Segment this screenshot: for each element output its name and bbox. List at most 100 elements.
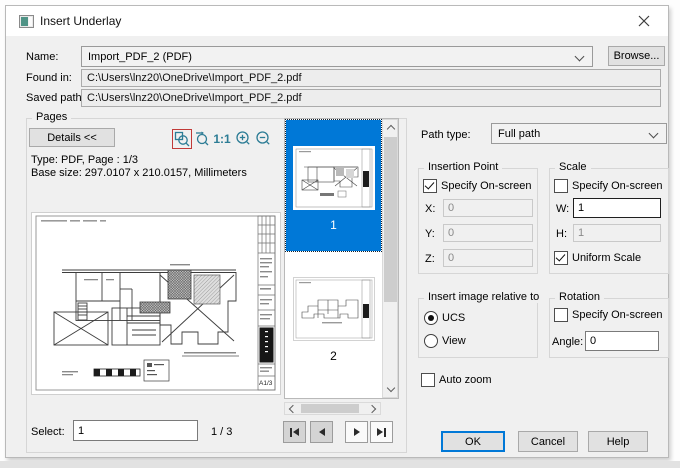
path-type-label: Path type: — [421, 129, 471, 141]
scroll-left-icon[interactable] — [285, 403, 298, 415]
found-in-label: Found in: — [26, 72, 72, 84]
insert-underlay-dialog: Insert Underlay Name: Import_PDF_2 (PDF)… — [5, 5, 669, 458]
scale-group-label: Scale — [555, 161, 591, 173]
zoom-window-icon[interactable] — [172, 129, 192, 149]
angle-label: Angle: — [552, 336, 584, 348]
found-in-field: C:\Users\lnz20\OneDrive\Import_PDF_2.pdf — [81, 69, 661, 87]
scale-specify-label: Specify On-screen — [572, 180, 663, 192]
view-label: View — [442, 335, 466, 347]
w-input[interactable] — [573, 198, 661, 218]
h-label: H: — [556, 228, 567, 240]
y-label: Y: — [425, 228, 435, 240]
scroll-down-icon[interactable] — [383, 382, 398, 397]
svg-text:A1/3: A1/3 — [259, 380, 273, 387]
next-page-icon[interactable] — [345, 421, 368, 443]
thumbnail-horizontal-scrollbar[interactable] — [284, 402, 381, 415]
ok-label: OK — [465, 435, 481, 448]
details-toggle-button[interactable]: Details << — [29, 128, 115, 147]
rotation-group-label: Rotation — [555, 291, 604, 303]
browse-label: Browse... — [613, 50, 660, 62]
title-bar[interactable]: Insert Underlay — [6, 6, 668, 36]
name-combobox[interactable]: Import_PDF_2 (PDF) — [81, 46, 593, 67]
uniform-scale-checkbox[interactable]: Uniform Scale — [554, 251, 641, 265]
previous-page-icon[interactable] — [310, 421, 333, 443]
first-page-icon[interactable] — [283, 421, 306, 443]
cancel-button[interactable]: Cancel — [518, 431, 578, 452]
select-label: Select: — [31, 426, 65, 438]
x-label: X: — [425, 203, 436, 215]
y-input — [443, 224, 533, 242]
zoom-out-icon[interactable] — [254, 129, 272, 147]
h-input — [573, 224, 661, 242]
name-label: Name: — [26, 51, 59, 63]
auto-zoom-checkbox[interactable]: Auto zoom — [421, 373, 492, 387]
relative-group-label: Insert image relative to — [424, 291, 544, 303]
found-in-value: C:\Users\lnz20\OneDrive\Import_PDF_2.pdf — [87, 72, 302, 84]
page-indicator: 1 / 3 — [211, 426, 233, 438]
rotation-specify-label: Specify On-screen — [572, 309, 663, 321]
saved-path-value: C:\Users\lnz20\OneDrive\Import_PDF_2.pdf — [87, 92, 302, 104]
z-label: Z: — [425, 253, 435, 265]
checkbox-checked-icon — [423, 179, 437, 193]
scale-specify-checkbox[interactable]: Specify On-screen — [554, 179, 662, 193]
preview-floor-plan: A1/3 — [32, 213, 280, 394]
base-size-line: Base size: 297.0107 x 210.0157, Millimet… — [31, 167, 247, 179]
w-label: W: — [556, 203, 570, 215]
saved-path-field: C:\Users\lnz20\OneDrive\Import_PDF_2.pdf — [81, 89, 661, 107]
horizontal-scroll-thumb[interactable] — [301, 404, 359, 413]
ok-button[interactable]: OK — [441, 431, 505, 452]
x-input — [443, 199, 533, 217]
thumbnail-2-label: 2 — [330, 349, 337, 363]
select-page-input[interactable] — [73, 420, 198, 441]
chevron-down-icon — [648, 128, 659, 139]
thumbnail-2-image — [292, 277, 375, 341]
insertion-specify-checkbox[interactable]: Specify On-screen — [423, 179, 531, 193]
radio-selected-icon — [424, 311, 438, 325]
preview-pane: A1/3 — [31, 212, 281, 395]
chevron-down-icon — [574, 51, 585, 62]
cancel-label: Cancel — [530, 435, 566, 448]
last-page-icon[interactable] — [370, 421, 393, 443]
vertical-scroll-thumb[interactable] — [384, 137, 397, 302]
checkbox-unchecked-icon — [554, 179, 568, 193]
scroll-up-icon[interactable] — [383, 120, 398, 135]
thumbnail-1-label: 1 — [330, 218, 337, 232]
angle-input[interactable] — [585, 331, 659, 351]
scroll-right-icon[interactable] — [367, 403, 380, 415]
zoom-dynamic-icon[interactable] — [193, 129, 211, 147]
screenshot-stage: Insert Underlay Name: Import_PDF_2 (PDF)… — [0, 0, 680, 468]
ucs-label: UCS — [442, 312, 466, 324]
details-label: Details << — [47, 131, 97, 144]
thumbnail-page-1[interactable]: 1 — [285, 119, 382, 252]
browse-button[interactable]: Browse... — [608, 46, 665, 66]
page-title: Insert Underlay — [40, 14, 122, 28]
path-type-value: Full path — [498, 127, 541, 140]
path-type-combobox[interactable]: Full path — [491, 123, 667, 144]
insertion-specify-label: Specify On-screen — [441, 180, 532, 192]
pages-group-label: Pages — [32, 111, 72, 123]
close-icon[interactable] — [630, 11, 658, 31]
saved-path-label: Saved path: — [26, 92, 85, 104]
checkbox-checked-icon — [554, 251, 568, 265]
ucs-radio[interactable]: UCS — [424, 311, 465, 325]
checkbox-unchecked-icon — [421, 373, 435, 387]
view-radio[interactable]: View — [424, 334, 466, 348]
zoom-ratio-label: 1:1 — [213, 132, 231, 146]
name-value: Import_PDF_2 (PDF) — [88, 50, 192, 63]
auto-zoom-label: Auto zoom — [439, 374, 492, 386]
zoom-ratio-1-1[interactable]: 1:1 — [213, 130, 231, 148]
app-icon — [19, 15, 34, 28]
zoom-in-icon[interactable] — [234, 129, 252, 147]
help-label: Help — [606, 435, 630, 448]
thumbnail-1-image — [292, 146, 375, 210]
radio-unselected-icon — [424, 334, 438, 348]
uniform-scale-label: Uniform Scale — [572, 252, 642, 264]
z-input — [443, 249, 533, 267]
thumbnail-vertical-scrollbar[interactable] — [382, 119, 398, 398]
rotation-specify-checkbox[interactable]: Specify On-screen — [554, 308, 662, 322]
relative-group: Insert image relative to — [418, 291, 544, 358]
thumbnail-page-2[interactable]: 2 — [286, 255, 381, 387]
help-button[interactable]: Help — [588, 431, 648, 452]
page-thumbnail-list: 1 2 — [284, 118, 399, 399]
page-type-line: Type: PDF, Page : 1/3 — [31, 154, 139, 166]
